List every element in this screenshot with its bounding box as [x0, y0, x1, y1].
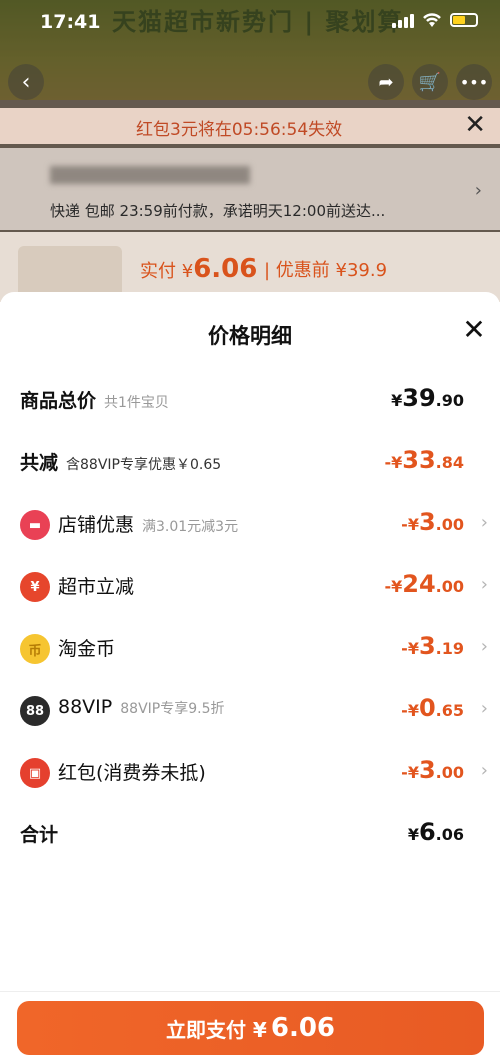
row-amount: -¥3.00: [401, 756, 464, 784]
chevron-right-icon: ›: [480, 512, 488, 533]
shipping-info: 快递 包邮 23:59前付款，承诺明天12:00前送达...: [50, 202, 386, 220]
battery-icon: [450, 13, 478, 27]
chevron-right-icon: ›: [480, 760, 488, 781]
pay-now-button[interactable]: 立即支付 ¥6.06: [17, 1001, 484, 1055]
row-label: 商品总价: [20, 390, 97, 412]
row-amount: -¥24.00: [384, 570, 464, 598]
row-total-discount: 共减 含88VIP专享优惠￥0.65 -¥33.84: [0, 440, 500, 484]
more-icon[interactable]: •••: [456, 64, 492, 100]
row-label: 合计: [20, 824, 59, 846]
pay-bar: 立即支付 ¥6.06: [0, 991, 500, 1063]
status-time: 17:41: [40, 11, 101, 33]
address-section[interactable]: 快递 包邮 23:59前付款，承诺明天12:00前送达... ›: [0, 148, 500, 230]
address-name-blurred: [50, 166, 250, 184]
row-taojinbi[interactable]: 币 淘金币 -¥3.19 ›: [0, 626, 500, 670]
row-sub: 含88VIP专享优惠￥0.65: [66, 457, 222, 473]
vip88-icon: 88: [20, 696, 50, 726]
chevron-right-icon: ›: [480, 698, 488, 719]
row-amount: -¥33.84: [384, 446, 464, 474]
paid-price: 实付 ¥6.06: [140, 254, 258, 284]
row-amount: -¥0.65: [401, 694, 464, 722]
row-sub: 共1件宝贝: [104, 395, 169, 411]
row-amount: -¥3.19: [401, 632, 464, 660]
row-label: 店铺优惠: [58, 514, 135, 536]
row-amount: ¥39.90: [391, 384, 464, 412]
taojinbi-coin-icon: 币: [20, 634, 50, 664]
row-shop-discount[interactable]: ▬ 店铺优惠 满3.01元减3元 -¥3.00 ›: [0, 502, 500, 546]
wifi-icon: [423, 13, 441, 27]
red-packet-icon: ▣: [20, 758, 50, 788]
pay-button-label: 立即支付 ¥: [165, 1017, 267, 1042]
shop-icon: ▬: [20, 510, 50, 540]
row-grand-total: 合计 ¥6.06: [0, 812, 500, 856]
close-icon[interactable]: ✕: [464, 110, 486, 140]
row-label: 超市立减: [58, 576, 135, 598]
row-sub: 88VIP专享9.5折: [120, 701, 225, 717]
row-label: 88VIP: [58, 696, 113, 718]
back-icon[interactable]: ‹: [8, 64, 44, 100]
row-label: 红包(消费券未抵): [58, 762, 206, 784]
row-market-discount[interactable]: ¥ 超市立减 -¥24.00 ›: [0, 564, 500, 608]
row-88vip[interactable]: 88 88VIP 88VIP专享9.5折 -¥0.65 ›: [0, 688, 500, 732]
row-label: 共减: [20, 452, 59, 474]
price-before-discount: | 优惠前 ¥39.9: [264, 260, 388, 281]
market-discount-icon: ¥: [20, 572, 50, 602]
close-icon[interactable]: ✕: [462, 316, 486, 344]
redpacket-tip-text: 红包3元将在05:56:54失效: [136, 120, 343, 140]
pay-button-amount: 6.06: [270, 1013, 336, 1043]
status-icons: [392, 12, 478, 28]
cart-icon[interactable]: 🛒: [412, 64, 448, 100]
sheet-title: 价格明细: [208, 324, 292, 348]
signal-icon: [392, 12, 414, 28]
chevron-right-icon: ›: [480, 574, 488, 595]
row-total-goods: 商品总价 共1件宝贝 ¥39.90: [0, 378, 500, 422]
row-sub: 满3.01元减3元: [142, 519, 239, 535]
redpacket-expiry-tip: 红包3元将在05:56:54失效 ✕: [0, 108, 500, 144]
share-icon[interactable]: ➦: [368, 64, 404, 100]
row-red-packet[interactable]: ▣ 红包(消费券未抵) -¥3.00 ›: [0, 750, 500, 794]
price-detail-sheet: 价格明细 ✕ 商品总价 共1件宝贝 ¥39.90 共减 含88VIP专享优惠￥0.6…: [0, 292, 500, 1063]
row-amount: ¥6.06: [407, 818, 464, 846]
chevron-right-icon: ›: [474, 180, 482, 201]
row-amount: -¥3.00: [401, 508, 464, 536]
row-label: 淘金币: [58, 638, 116, 660]
chevron-right-icon: ›: [480, 636, 488, 657]
status-bar: 17:41: [0, 0, 500, 44]
